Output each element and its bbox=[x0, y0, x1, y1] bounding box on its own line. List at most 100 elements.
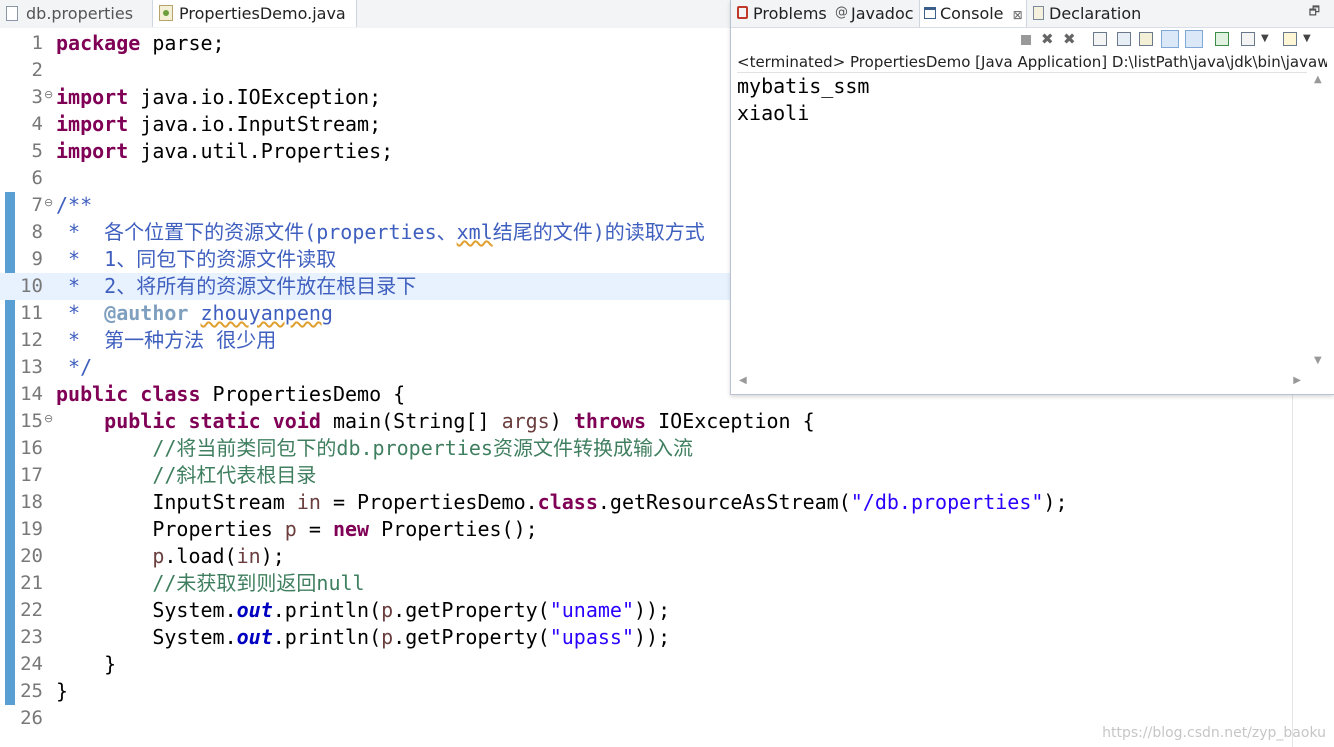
tab-label: PropertiesDemo.java bbox=[179, 4, 346, 23]
line-comment: //将当前类同包下的db.properties资源文件转换成输入流 bbox=[56, 436, 693, 460]
javadoc-text: xml bbox=[456, 220, 493, 244]
watermark: https://blog.csdn.net/zyp_baoku bbox=[1102, 725, 1326, 741]
code-text: .getResourceAsStream( bbox=[597, 490, 851, 514]
variable: in bbox=[296, 490, 321, 514]
console-panel: Problems @ Javadoc Console ⊠ Declaration… bbox=[730, 0, 1334, 395]
code-text: ); bbox=[1043, 490, 1068, 514]
console-status: <terminated> PropertiesDemo [Java Applic… bbox=[737, 53, 1327, 71]
line-number: 12 bbox=[20, 329, 43, 351]
code-text: System. bbox=[56, 625, 237, 649]
code-text: )); bbox=[634, 598, 671, 622]
javadoc-tag: @author bbox=[104, 301, 189, 325]
tab-db-properties[interactable]: db.properties bbox=[0, 0, 150, 27]
code-line: 25 } bbox=[0, 678, 1334, 705]
code-text: } bbox=[56, 652, 117, 676]
string-literal: "uname" bbox=[549, 598, 635, 622]
line-number: 23 bbox=[20, 626, 43, 648]
line-number: 9 bbox=[31, 248, 43, 270]
scroll-left-icon[interactable]: ◀ bbox=[739, 375, 747, 386]
java-file-icon bbox=[159, 5, 173, 21]
tab-console[interactable]: Console ⊠ bbox=[919, 0, 1027, 27]
fold-toggle-icon[interactable]: ⊖ bbox=[44, 88, 53, 101]
code-text: = PropertiesDemo. bbox=[320, 490, 538, 514]
remove-launch-icon[interactable]: ✖ bbox=[1041, 32, 1055, 47]
chevron-down-icon[interactable]: ▼ bbox=[1261, 32, 1275, 46]
line-number: 19 bbox=[20, 518, 43, 540]
javadoc-text: * 各个位置下的资源文件(properties、 bbox=[56, 220, 457, 244]
line-number: 15 bbox=[20, 410, 43, 432]
console-toolbar: ✖ ✖ ▼ ▼ bbox=[731, 28, 1334, 52]
code-line: 16 //将当前类同包下的db.properties资源文件转换成输入流 bbox=[0, 435, 1334, 462]
variable: p bbox=[152, 544, 165, 568]
tab-javadoc[interactable]: @ Javadoc bbox=[831, 0, 917, 27]
javadoc-text: * 1、同包下的资源文件读取 bbox=[56, 247, 337, 271]
code-text: parse; bbox=[140, 31, 225, 55]
console-output[interactable]: mybatis_ssm xiaoli bbox=[737, 72, 1307, 371]
code-text: IOException { bbox=[646, 409, 815, 433]
code-line: 20 p.load(in); bbox=[0, 543, 1334, 570]
show-on-stderr-icon[interactable] bbox=[1185, 30, 1203, 48]
scroll-right-icon[interactable]: ▶ bbox=[1293, 375, 1301, 386]
tab-label: db.properties bbox=[26, 4, 134, 23]
keyword: import bbox=[56, 112, 129, 136]
line-number: 14 bbox=[20, 383, 43, 405]
code-text: Properties(); bbox=[369, 517, 538, 541]
terminate-icon[interactable] bbox=[1021, 35, 1031, 45]
line-number: 5 bbox=[31, 140, 43, 162]
console-tab-bar: Problems @ Javadoc Console ⊠ Declaration… bbox=[731, 0, 1334, 28]
keyword: import bbox=[56, 139, 129, 163]
vertical-scrollbar[interactable]: ▲ ▼ bbox=[1312, 72, 1326, 368]
code-text: ) bbox=[549, 409, 574, 433]
close-tab-icon[interactable]: ⊠ bbox=[1013, 2, 1023, 29]
code-text: PropertiesDemo { bbox=[200, 382, 406, 406]
keyword: static bbox=[188, 409, 261, 433]
keyword: void bbox=[272, 409, 321, 433]
open-console-icon[interactable] bbox=[1283, 32, 1297, 46]
minimize-icon[interactable]: 🗗 bbox=[1309, 2, 1320, 23]
line-number: 24 bbox=[20, 653, 43, 675]
code-line-current: 10 * 2、将所有的资源文件放在根目录下 bbox=[0, 273, 730, 300]
javadoc-text: /** bbox=[56, 193, 93, 217]
chevron-down-icon[interactable]: ▼ bbox=[1303, 32, 1317, 46]
scroll-down-icon[interactable]: ▼ bbox=[1314, 355, 1322, 366]
line-number: 22 bbox=[20, 599, 43, 621]
tab-problems[interactable]: Problems bbox=[733, 0, 829, 27]
show-on-stdout-icon[interactable] bbox=[1161, 30, 1179, 48]
variable: p bbox=[284, 517, 297, 541]
remove-all-icon[interactable]: ✖ bbox=[1063, 32, 1077, 47]
properties-file-icon bbox=[6, 6, 18, 21]
code-text: )); bbox=[634, 625, 671, 649]
tab-properties-demo-java[interactable]: PropertiesDemo.java ⊠ bbox=[152, 0, 357, 49]
tab-declaration[interactable]: Declaration bbox=[1029, 0, 1149, 27]
code-text: .getProperty( bbox=[393, 625, 550, 649]
scroll-lock-icon[interactable] bbox=[1117, 32, 1131, 46]
code-line: 24 } bbox=[0, 651, 1334, 678]
pin-console-icon[interactable] bbox=[1215, 32, 1229, 46]
code-text: .getProperty( bbox=[393, 598, 550, 622]
keyword: import bbox=[56, 85, 129, 109]
line-number: 4 bbox=[31, 113, 43, 135]
javadoc-text: * 2、将所有的资源文件放在根目录下 bbox=[56, 274, 417, 298]
line-number: 20 bbox=[20, 545, 43, 567]
fold-toggle-icon[interactable]: ⊖ bbox=[44, 412, 53, 425]
static-field: out bbox=[236, 598, 273, 622]
code-line: 15 ⊖ public static void main(String[] ar… bbox=[0, 408, 1334, 435]
keyword: public bbox=[56, 382, 129, 406]
line-number: 13 bbox=[20, 356, 43, 378]
display-selected-console-icon[interactable] bbox=[1241, 32, 1255, 46]
code-text: .println( bbox=[272, 625, 382, 649]
string-literal: "/db.properties" bbox=[850, 490, 1044, 514]
keyword: new bbox=[332, 517, 370, 541]
fold-toggle-icon[interactable]: ⊖ bbox=[44, 196, 53, 209]
keyword: throws bbox=[573, 409, 647, 433]
code-line: 23 System.out.println(p.getProperty("upa… bbox=[0, 624, 1334, 651]
line-number: 7 bbox=[31, 194, 43, 216]
word-wrap-icon[interactable] bbox=[1139, 32, 1153, 46]
clear-console-icon[interactable] bbox=[1093, 32, 1107, 46]
scroll-up-icon[interactable]: ▲ bbox=[1314, 74, 1322, 85]
variable: p bbox=[381, 625, 394, 649]
horizontal-scrollbar[interactable]: ◀ ▶ bbox=[737, 374, 1303, 388]
code-line: 17 //斜杠代表根目录 bbox=[0, 462, 1334, 489]
